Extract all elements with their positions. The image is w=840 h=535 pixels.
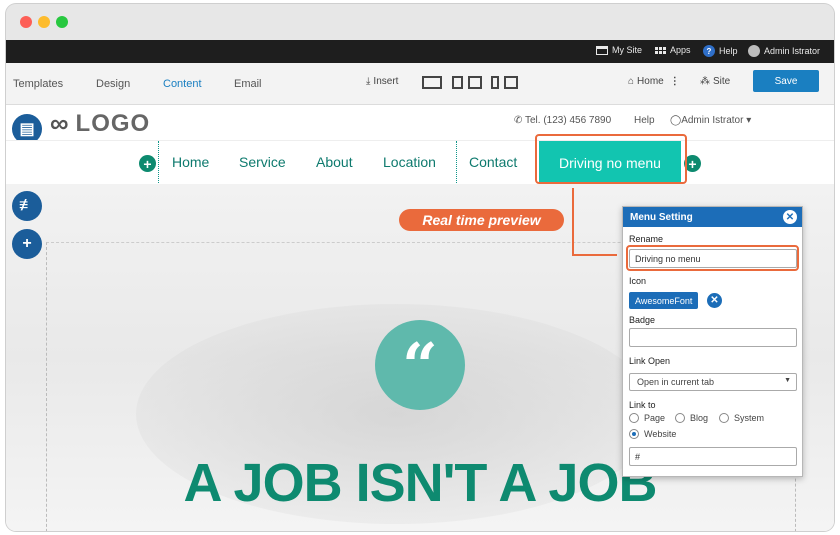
radio-page[interactable]: Page bbox=[629, 413, 665, 423]
help-label: Help bbox=[719, 46, 738, 56]
icon-label: Icon bbox=[629, 276, 647, 286]
panel-header: Menu Setting ✕ bbox=[623, 207, 802, 227]
panel-title: Menu Setting bbox=[630, 211, 693, 223]
browser-window: My Site Apps ? Help Admin Istrator Templ… bbox=[6, 4, 834, 531]
quote-icon: “ bbox=[375, 320, 465, 410]
nav-divider bbox=[158, 141, 159, 185]
save-button[interactable]: Save bbox=[753, 70, 819, 92]
minimize-window-button[interactable] bbox=[38, 16, 50, 28]
site-structure-button[interactable]: ⁂ Site bbox=[700, 76, 730, 87]
user-menu[interactable]: Admin Istrator bbox=[748, 45, 820, 57]
home-label: Home bbox=[637, 76, 664, 87]
maximize-window-button[interactable] bbox=[56, 16, 68, 28]
real-time-preview-callout: Real time preview bbox=[399, 209, 564, 231]
phone-text: Tel. (123) 456 7890 bbox=[524, 115, 612, 126]
close-icon[interactable]: ✕ bbox=[783, 210, 797, 224]
nav-item-contact[interactable]: Contact bbox=[469, 154, 517, 170]
add-block-icon[interactable]: + bbox=[12, 229, 42, 259]
apps-grid-icon bbox=[655, 46, 666, 54]
more-vertical-icon[interactable]: ⋮ bbox=[670, 76, 680, 87]
add-menu-item-left-icon[interactable]: + bbox=[139, 155, 156, 172]
callout-connector bbox=[572, 188, 574, 255]
link-open-select[interactable]: Open in current tab ▼ bbox=[629, 373, 797, 391]
insert-label: Insert bbox=[373, 76, 399, 87]
edit-text-icon[interactable]: ≢ bbox=[12, 191, 42, 221]
link-to-label: Link to bbox=[629, 400, 656, 410]
home-page-selector[interactable]: ⌂ Home ⋮ bbox=[628, 76, 680, 87]
icon-chip[interactable]: AwesomeFont bbox=[629, 292, 699, 309]
radio-circle-checked bbox=[629, 429, 639, 439]
apps-label: Apps bbox=[670, 45, 691, 55]
help-link[interactable]: ? Help bbox=[703, 45, 738, 57]
insert-button[interactable]: ⤓ Insert bbox=[366, 76, 398, 87]
apps-link[interactable]: Apps bbox=[655, 45, 691, 55]
rename-input[interactable]: Driving no menu bbox=[629, 249, 797, 268]
header-help-link[interactable]: Help bbox=[634, 115, 655, 126]
my-site-label: My Site bbox=[612, 45, 643, 55]
tab-design[interactable]: Design bbox=[96, 78, 130, 90]
radio-blog-label: Blog bbox=[690, 413, 709, 423]
desktop-view-icon[interactable] bbox=[422, 76, 442, 89]
site-label: Site bbox=[713, 76, 731, 87]
nav-item-service[interactable]: Service bbox=[239, 154, 286, 170]
tab-email[interactable]: Email bbox=[234, 78, 262, 90]
editor-toolbar: Templates Design Content Email ⤓ Insert … bbox=[6, 63, 834, 105]
site-navbar: + Home Service About Location Contact Dr… bbox=[6, 140, 834, 185]
link-open-value: Open in current tab bbox=[637, 377, 715, 387]
tab-templates[interactable]: Templates bbox=[13, 78, 63, 90]
badge-label: Badge bbox=[629, 315, 656, 325]
radio-circle bbox=[629, 413, 639, 423]
radio-circle bbox=[719, 413, 729, 423]
phone-number: ✆ Tel. (123) 456 7890 bbox=[514, 115, 612, 126]
badge-input[interactable] bbox=[629, 328, 797, 347]
nav-divider bbox=[456, 141, 457, 185]
remove-icon-button[interactable]: ✕ bbox=[707, 293, 722, 308]
download-insert-icon: ⤓ bbox=[366, 76, 371, 87]
menu-setting-panel: Menu Setting ✕ Rename Driving no menu Ic… bbox=[622, 206, 803, 477]
tablet-view-icon[interactable] bbox=[452, 76, 463, 89]
user-name: Admin Istrator bbox=[764, 46, 821, 56]
callout-connector bbox=[572, 254, 617, 256]
nav-item-about[interactable]: About bbox=[316, 154, 353, 170]
radio-page-label: Page bbox=[644, 413, 666, 423]
user-avatar-icon bbox=[748, 45, 760, 57]
rename-label: Rename bbox=[629, 234, 664, 244]
monitor-icon bbox=[596, 45, 608, 55]
radio-website-label: Website bbox=[644, 429, 677, 439]
url-input[interactable]: # bbox=[629, 447, 797, 466]
infinity-logo-icon: ∞ bbox=[50, 108, 70, 138]
radio-blog[interactable]: Blog bbox=[675, 413, 708, 423]
nav-item-home[interactable]: Home bbox=[172, 154, 209, 170]
nav-item-location[interactable]: Location bbox=[383, 154, 436, 170]
mobile-landscape-view-icon[interactable] bbox=[504, 76, 518, 89]
header-user-menu[interactable]: ◯Admin Istrator ▾ bbox=[670, 115, 751, 126]
link-open-label: Link Open bbox=[629, 356, 671, 366]
sitemap-icon: ⁂ bbox=[700, 76, 710, 87]
mobile-view-icon[interactable] bbox=[491, 76, 499, 89]
home-icon: ⌂ bbox=[628, 76, 635, 87]
help-icon: ? bbox=[703, 45, 715, 57]
site-header: ∞ LOGO ✆ Tel. (123) 456 7890 Help ◯Admin… bbox=[6, 105, 834, 140]
tablet-landscape-view-icon[interactable] bbox=[468, 76, 482, 89]
radio-website[interactable]: Website bbox=[629, 429, 676, 439]
active-nav-highlight bbox=[535, 134, 687, 184]
window-titlebar bbox=[6, 4, 834, 40]
my-site-link[interactable]: My Site bbox=[596, 45, 642, 55]
site-logo[interactable]: ∞ LOGO bbox=[50, 108, 150, 139]
radio-system-label: System bbox=[734, 413, 765, 423]
tab-content[interactable]: Content bbox=[163, 78, 202, 90]
chevron-down-icon: ▼ bbox=[784, 377, 791, 384]
admin-topbar: My Site Apps ? Help Admin Istrator bbox=[6, 40, 834, 63]
close-window-button[interactable] bbox=[20, 16, 32, 28]
radio-system[interactable]: System bbox=[719, 413, 764, 423]
header-user-name: Admin Istrator bbox=[681, 115, 744, 126]
logo-text: LOGO bbox=[75, 109, 151, 137]
radio-circle bbox=[675, 413, 685, 423]
